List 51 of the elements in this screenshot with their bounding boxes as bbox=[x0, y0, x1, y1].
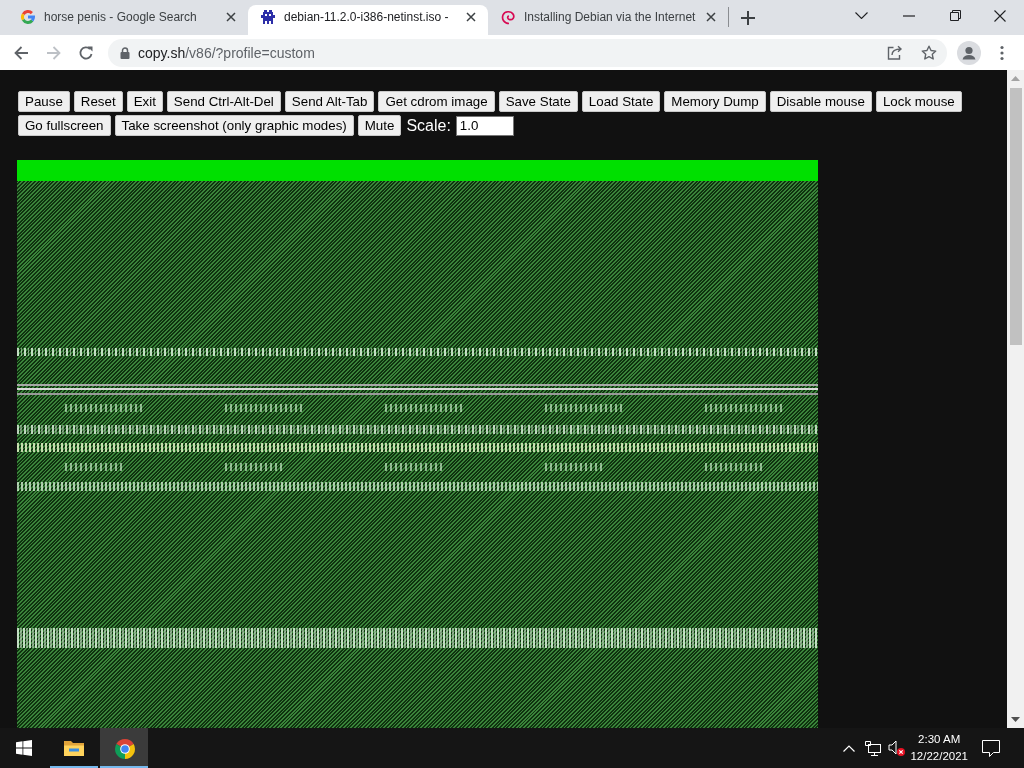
lock-icon[interactable] bbox=[120, 46, 130, 59]
g-letter-icon bbox=[20, 9, 36, 25]
send-ctrl-alt-del-button[interactable]: Send Ctrl-Alt-Del bbox=[166, 91, 281, 112]
load-state-button[interactable]: Load State bbox=[581, 91, 661, 112]
restore-icon[interactable] bbox=[950, 10, 961, 21]
browser-tab[interactable]: debian-11.2.0-i386-netinst.iso - bbox=[248, 5, 488, 35]
browser-tab[interactable]: Installing Debian via the Internet bbox=[488, 5, 728, 35]
four-panes-icon[interactable] bbox=[16, 740, 32, 756]
close-icon[interactable] bbox=[466, 12, 476, 22]
scrollbar-thumb[interactable] bbox=[1009, 88, 1022, 345]
menu-icon[interactable] bbox=[1000, 44, 1004, 61]
caret-up-icon[interactable] bbox=[843, 744, 856, 752]
url-text: copy.sh/v86/?profile=custom bbox=[138, 44, 316, 61]
lock-mouse-button[interactable]: Lock mouse bbox=[875, 91, 962, 112]
browser-tab[interactable]: horse penis - Google Search bbox=[8, 5, 248, 35]
plus-icon[interactable] bbox=[741, 11, 755, 25]
circle-logo-icon bbox=[113, 737, 135, 759]
folder-icon bbox=[63, 739, 85, 757]
taskbar-app-button[interactable] bbox=[100, 728, 148, 768]
close-icon[interactable] bbox=[994, 9, 1006, 22]
get-cdrom-image-button[interactable]: Get cdrom image bbox=[378, 91, 495, 112]
scale-input[interactable]: 1.0 bbox=[455, 115, 514, 136]
pause-button[interactable]: Pause bbox=[18, 91, 70, 112]
share-icon[interactable] bbox=[887, 45, 903, 60]
go-fullscreen-button[interactable]: Go fullscreen bbox=[18, 115, 111, 136]
clock-date: 12/22/2021 bbox=[910, 749, 968, 764]
take-screenshot-only-graphic-button[interactable]: Take screenshot (only graphic modes) bbox=[114, 115, 354, 136]
reload-icon[interactable] bbox=[78, 44, 94, 61]
chevron-down-icon[interactable] bbox=[855, 12, 868, 19]
send-alt-tab-button[interactable]: Send Alt-Tab bbox=[284, 91, 375, 112]
memory-dump-button[interactable]: Memory Dump bbox=[664, 91, 766, 112]
pixel-creature-icon bbox=[260, 9, 276, 25]
back-arrow-icon[interactable] bbox=[13, 44, 29, 61]
notification-icon[interactable] bbox=[982, 739, 1000, 757]
muted-speaker-icon[interactable] bbox=[888, 740, 906, 756]
address-bar[interactable]: copy.sh/v86/?profile=custom bbox=[108, 38, 947, 67]
close-icon[interactable] bbox=[226, 12, 236, 22]
save-state-button[interactable]: Save State bbox=[498, 91, 578, 112]
reset-button[interactable]: Reset bbox=[73, 91, 123, 112]
star-icon[interactable] bbox=[921, 44, 937, 61]
exit-button[interactable]: Exit bbox=[126, 91, 163, 112]
swirl-icon bbox=[500, 9, 516, 25]
down-arrow-icon[interactable] bbox=[1011, 717, 1020, 722]
clock-time: 2:30 AM bbox=[918, 732, 961, 747]
mute-button[interactable]: Mute bbox=[357, 115, 402, 136]
network-icon[interactable] bbox=[865, 740, 882, 756]
disable-mouse-button[interactable]: Disable mouse bbox=[769, 91, 872, 112]
profile-avatar-icon[interactable] bbox=[957, 40, 981, 65]
minimize-icon[interactable] bbox=[903, 14, 915, 17]
scale-label: Scale: bbox=[406, 116, 451, 135]
close-icon[interactable] bbox=[706, 12, 716, 22]
